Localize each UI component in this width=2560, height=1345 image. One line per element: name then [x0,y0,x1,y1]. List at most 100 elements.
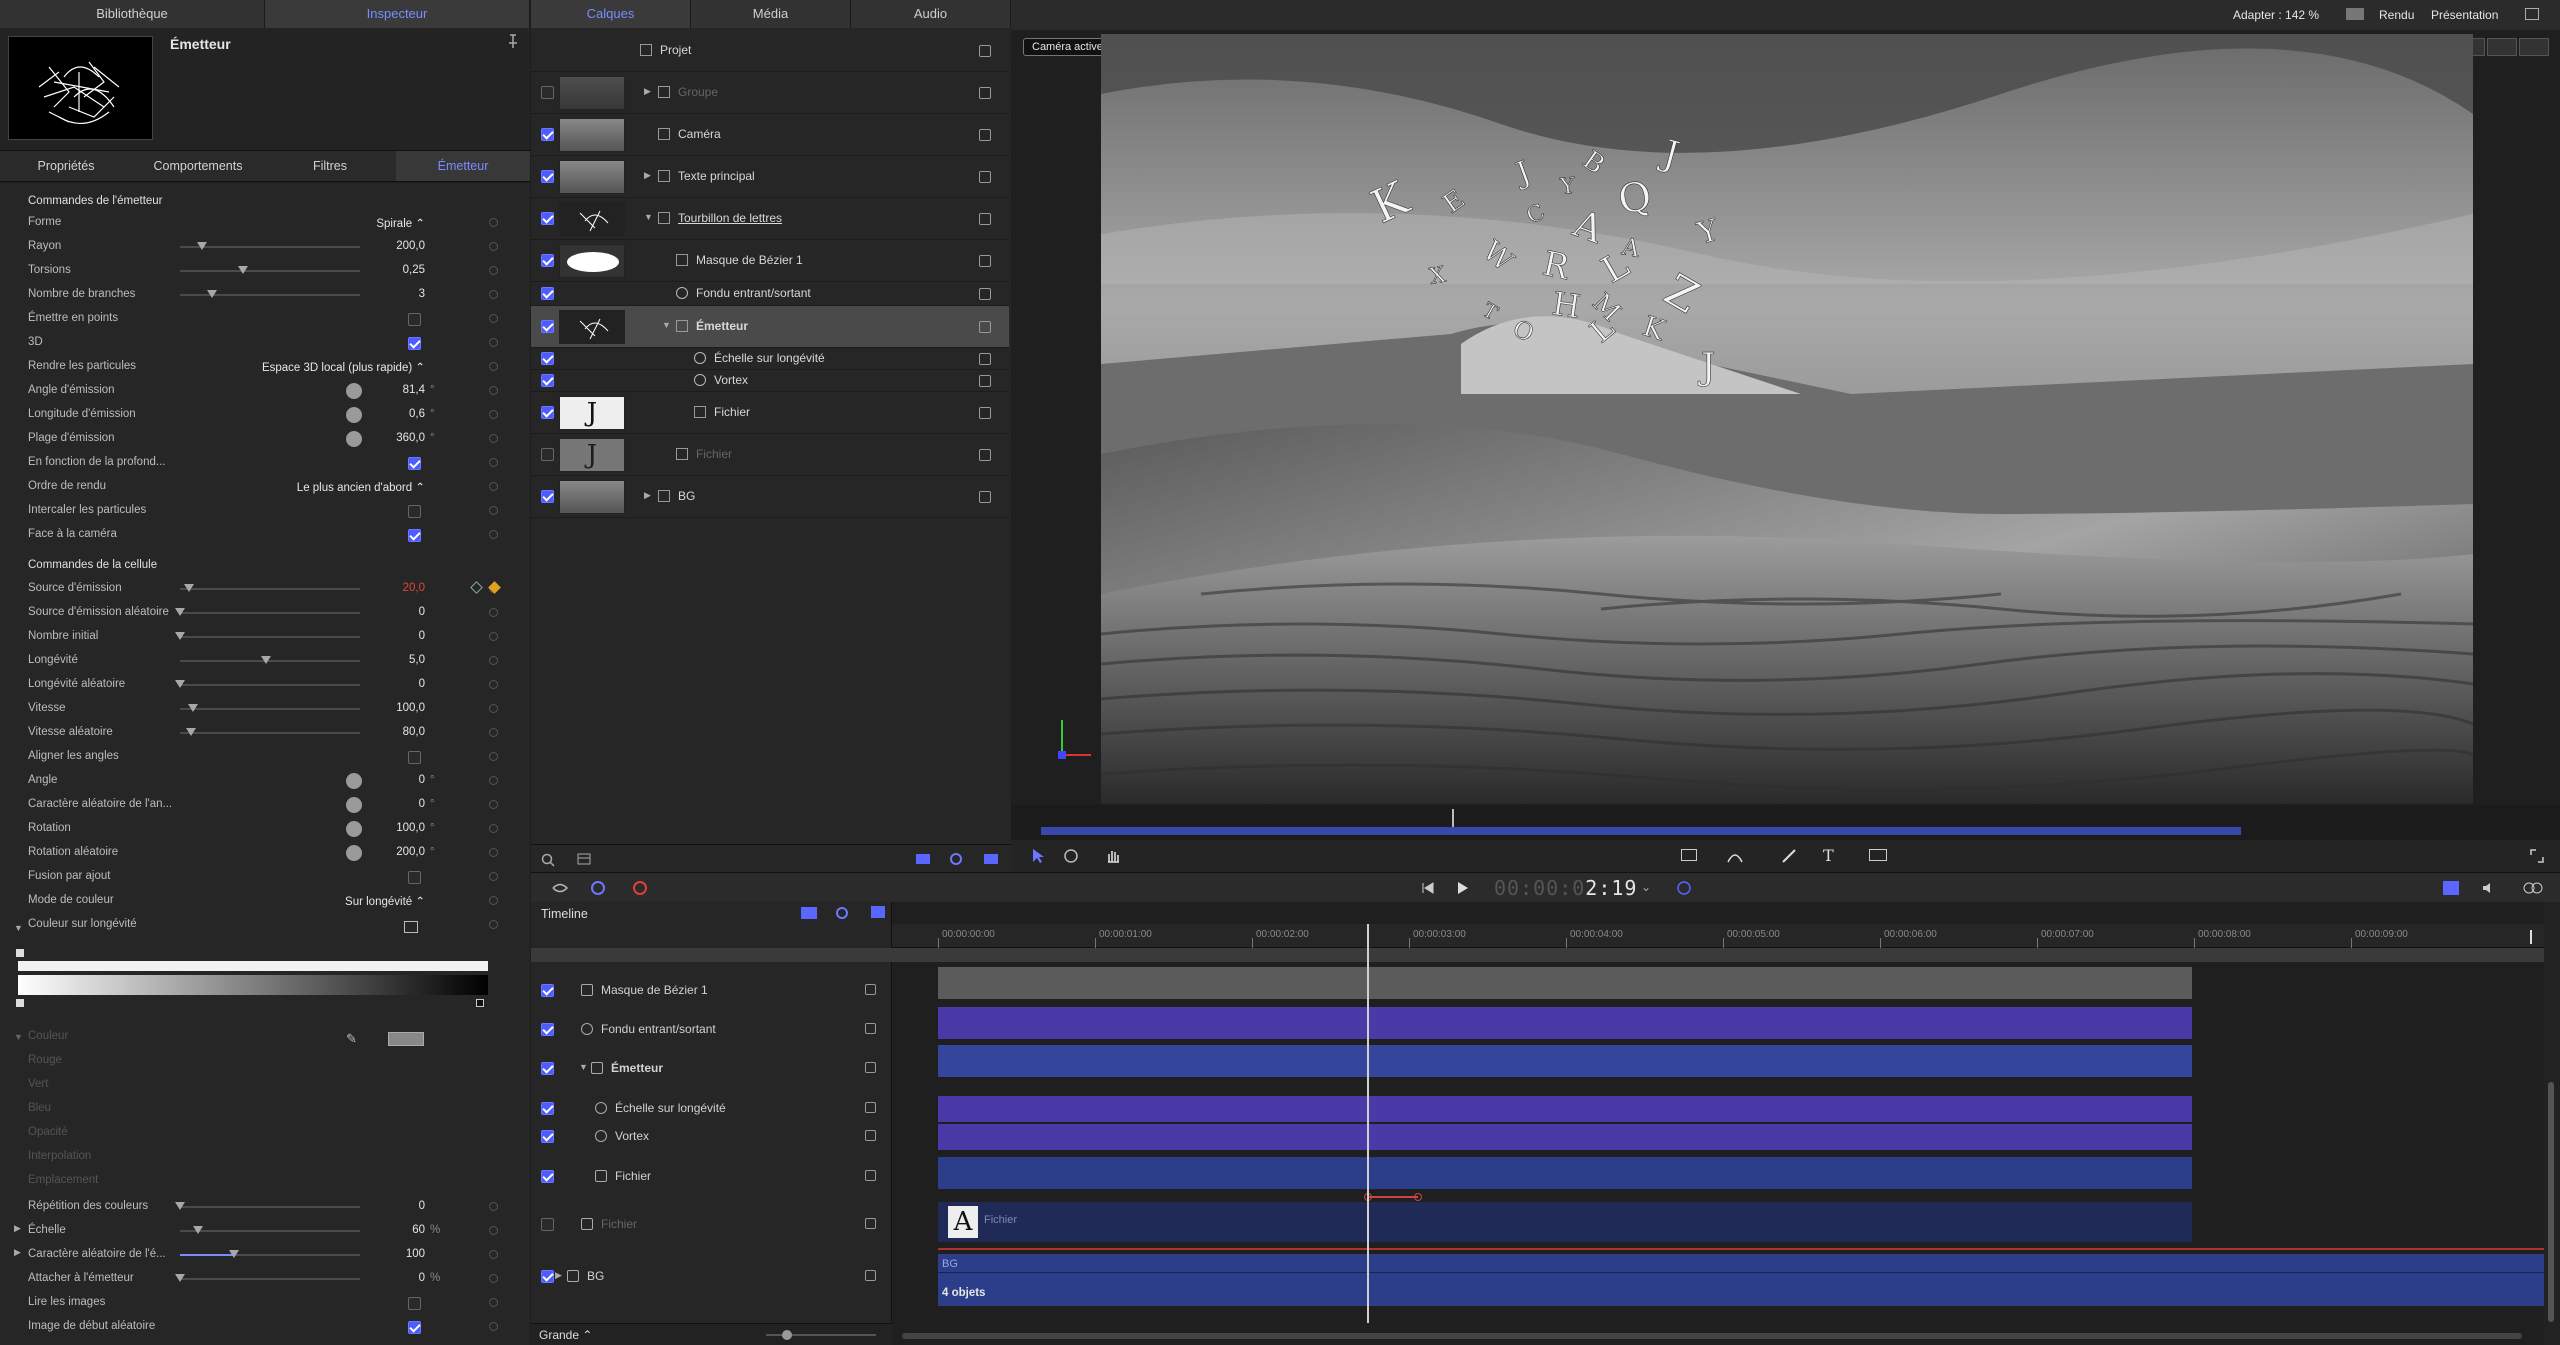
gradient-stop[interactable] [16,999,24,1007]
timeline-visibility-checkbox[interactable] [541,1062,554,1075]
layer-row-tourbillon-de-lettres[interactable]: ▼ Tourbillon de lettres [531,198,1009,240]
layer-visibility-checkbox[interactable] [541,254,554,267]
gradient-stop[interactable] [16,949,24,957]
bezier-icon[interactable] [1726,848,1744,864]
layer-name[interactable]: Projet [660,43,691,57]
timeline-row-emetteur[interactable]: ▼ Émetteur [531,1054,891,1082]
layer-name[interactable]: Échelle sur longévité [714,351,825,365]
layer-name[interactable]: Fichier [714,405,750,419]
layer-row-projet[interactable]: Projet [531,30,1009,72]
track-scale-over-life[interactable] [938,1096,2192,1122]
param-slider[interactable] [175,680,360,688]
tab-library[interactable]: Bibliothèque [0,0,265,28]
param-value[interactable]: 5,0 [409,654,425,666]
lock-icon[interactable] [979,353,991,365]
disclosure-triangle-icon[interactable]: ▶ [14,1247,21,1258]
keyframe-button[interactable] [489,680,498,689]
layer-name[interactable]: Tourbillon de lettres [678,211,782,225]
track-vortex[interactable] [938,1124,2192,1150]
disclosure-triangle-icon[interactable]: ▼ [662,320,671,330]
param-checkbox[interactable] [408,1321,421,1334]
layer-name[interactable]: Fondu entrant/sortant [696,286,811,300]
lock-icon[interactable] [979,87,991,99]
layer-visibility-checkbox[interactable] [541,374,554,387]
gradient-preset-icon[interactable] [404,921,418,933]
param-value[interactable]: 0 [419,1200,425,1212]
go-to-start-icon[interactable] [1421,881,1435,895]
layer-visibility-checkbox[interactable] [541,352,554,365]
keyframe-button[interactable] [489,920,498,929]
param-value[interactable]: 200,0 [396,846,425,858]
param-slider[interactable] [175,632,360,640]
param-slider[interactable] [180,704,360,712]
timeline-row-fichier[interactable]: Fichier [531,1162,891,1190]
slider-knob[interactable] [175,1202,185,1210]
angle-dial[interactable] [346,845,362,861]
layer-name[interactable]: Émetteur [696,319,748,333]
layer-visibility-checkbox[interactable] [541,128,554,141]
param-checkbox[interactable] [408,457,421,470]
keyframe-button[interactable] [489,338,498,347]
out-point-marker[interactable] [2530,930,2532,944]
timecode[interactable]: 00:00:02:19 [1494,876,1637,900]
lock-icon[interactable] [865,1023,876,1034]
keyframe-button[interactable] [489,1226,498,1235]
layer-visibility-checkbox[interactable] [541,448,554,461]
keyframe-button[interactable] [489,362,498,371]
param-value[interactable]: Spirale ⌃ [376,216,425,230]
timeline-behavior-icon[interactable] [871,906,885,918]
lock-icon[interactable] [979,321,991,333]
timeline-row-masque-de-bezier-1[interactable]: Masque de Bézier 1 [531,976,891,1004]
keyframe-button[interactable] [489,218,498,227]
layer-name[interactable]: Groupe [678,85,718,99]
layer-visibility-checkbox[interactable] [541,170,554,183]
tab-layers[interactable]: Calques [531,0,691,28]
keyframe-button[interactable] [489,1298,498,1307]
param-slider[interactable] [180,656,360,664]
paint-icon[interactable] [1781,848,1797,864]
layout-icon[interactable] [2525,8,2539,20]
keyframe-button[interactable] [489,410,498,419]
layer-name[interactable]: Texte principal [678,169,755,183]
disclosure-triangle-icon[interactable]: ▶ [644,86,651,97]
param-value[interactable]: 0,6 [409,408,425,420]
param-slider[interactable] [180,242,360,250]
param-checkbox[interactable] [408,871,421,884]
layer-row-emetteur[interactable]: ▼ Émetteur [531,306,1009,348]
layer-row-bg[interactable]: ▶ BG [531,476,1009,518]
layer-visibility-checkbox[interactable] [541,86,554,99]
scroll-thumb[interactable] [2548,1082,2554,1322]
param-slider[interactable] [175,1202,360,1210]
layer-row-echelle-sur-longevite[interactable]: Échelle sur longévité [531,348,1009,370]
param-slider[interactable] [180,1250,360,1258]
param-slider[interactable] [180,290,360,298]
slider-knob[interactable] [193,1226,203,1234]
slider-knob[interactable] [184,584,194,592]
angle-dial[interactable] [346,797,362,813]
tab-properties[interactable]: Propriétés [0,159,132,173]
lock-icon[interactable] [865,1130,876,1141]
track-fade[interactable] [938,1007,2192,1039]
param-value[interactable]: 0 [419,678,425,690]
lock-icon[interactable] [979,213,991,225]
disclosure-triangle-icon[interactable]: ▶ [14,1223,21,1234]
layer-name[interactable]: BG [678,489,695,503]
layer-row-fichier[interactable]: J Fichier [531,434,1009,476]
track-file[interactable] [938,1157,2192,1189]
disclosure-triangle-icon[interactable]: ▼ [579,1062,588,1072]
keyframe-button[interactable] [489,728,498,737]
layer-visibility-checkbox[interactable] [541,212,554,225]
track-bg[interactable]: BG 4 objets [938,1254,2545,1306]
timeline-row-vortex[interactable]: Vortex [531,1122,891,1150]
timeline-ruler[interactable]: 00:00:00:00 00:00:01:00 00:00:02:00 00:00:0… [892,924,2560,948]
param-value[interactable]: 0 [419,1272,425,1284]
layer-visibility-checkbox[interactable] [541,406,554,419]
tab-behaviors[interactable]: Comportements [132,159,264,173]
timeline-hscroll[interactable] [902,1333,2522,1339]
layer-row-fichier[interactable]: J Fichier [531,392,1009,434]
param-checkbox[interactable] [408,313,421,326]
record-icon[interactable] [631,880,649,896]
angle-dial[interactable] [346,821,362,837]
disclosure-triangle-icon[interactable]: ▶ [555,1270,562,1281]
keyframe-button[interactable] [489,290,498,299]
